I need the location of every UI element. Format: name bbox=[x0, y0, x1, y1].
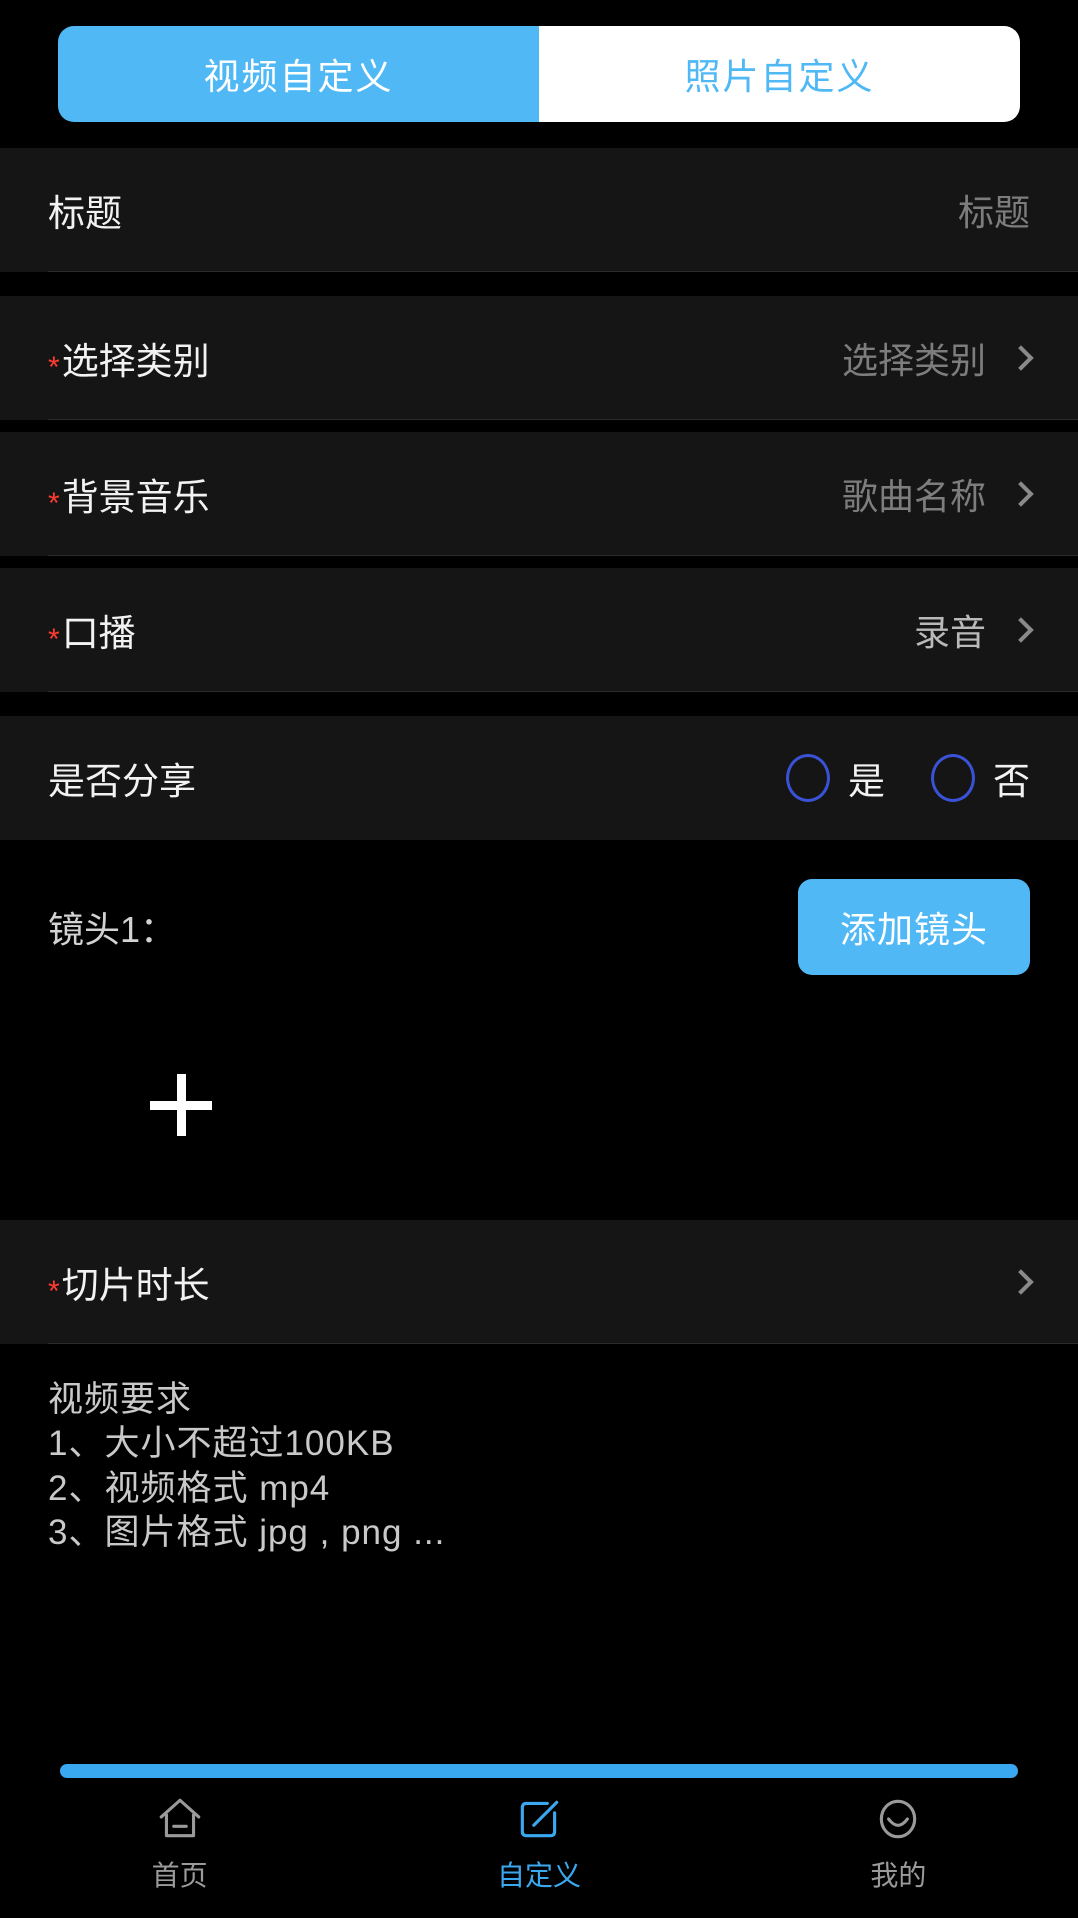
voiceover-group: * 口播 录音 bbox=[0, 568, 1078, 692]
nav-item-mine[interactable]: 我的 bbox=[719, 1786, 1078, 1918]
chevron-right-icon bbox=[1008, 481, 1034, 507]
nav-item-home[interactable]: 首页 bbox=[0, 1786, 359, 1918]
share-option-yes[interactable]: 是 bbox=[786, 751, 885, 805]
bottom-navigation: 首页 自定义 我的 bbox=[0, 1750, 1078, 1918]
divider-4 bbox=[0, 692, 1078, 716]
row-share-label: 是否分享 bbox=[48, 761, 196, 802]
row-voiceover[interactable]: * 口播 录音 bbox=[0, 568, 1078, 692]
requirements-heading: 视频要求 bbox=[48, 1380, 193, 1419]
row-title-label: 标题 bbox=[48, 193, 122, 234]
share-group: 是否分享 是 否 bbox=[0, 716, 1078, 840]
add-shot-button[interactable]: 添加镜头 bbox=[797, 879, 1030, 975]
required-star: * bbox=[48, 487, 60, 520]
bgm-value: 歌曲名称 bbox=[841, 476, 986, 517]
tab-photo-custom-label: 照片自定义 bbox=[684, 56, 875, 97]
bgm-label-text: 背景音乐 bbox=[61, 477, 210, 518]
row-background-music[interactable]: * 背景音乐 歌曲名称 bbox=[0, 432, 1078, 556]
chevron-right-icon bbox=[1008, 1269, 1034, 1295]
mode-tab-bar: 视频自定义 照片自定义 bbox=[0, 0, 1078, 148]
nav-item-home-label: 首页 bbox=[151, 1860, 208, 1891]
row-select-category[interactable]: * 选择类别 选择类别 bbox=[0, 296, 1078, 420]
share-radio-group: 是 否 bbox=[786, 751, 1030, 805]
title-group: 标题 标题 bbox=[0, 148, 1078, 272]
row-title-right: 标题 bbox=[958, 184, 1030, 236]
segmented-control: 视频自定义 照片自定义 bbox=[58, 26, 1020, 122]
share-option-no[interactable]: 否 bbox=[931, 751, 1030, 805]
nav-accent-bar bbox=[60, 1764, 1018, 1778]
row-voiceover-right: 录音 bbox=[913, 604, 1034, 656]
title-input[interactable]: 标题 bbox=[958, 184, 1030, 236]
share-option-yes-label: 是 bbox=[848, 761, 885, 802]
row-title[interactable]: 标题 标题 bbox=[0, 148, 1078, 272]
radio-circle-icon[interactable] bbox=[931, 754, 975, 802]
tab-video-custom-label: 视频自定义 bbox=[203, 56, 394, 97]
clip-duration-group: * 切片时长 bbox=[0, 1220, 1078, 1344]
radio-circle-icon[interactable] bbox=[786, 754, 830, 802]
category-group: * 选择类别 选择类别 bbox=[0, 296, 1078, 420]
required-star: * bbox=[48, 1275, 60, 1308]
app-screen: 视频自定义 照片自定义 标题 标题 * 选择类别 选择类别 * 背景音乐 歌曲名… bbox=[0, 0, 1078, 1918]
plus-icon[interactable] bbox=[150, 1074, 212, 1136]
video-requirements: 视频要求 1、大小不超过100KB 2、视频格式 mp4 3、图片格式 jpg … bbox=[0, 1344, 1078, 1750]
row-voiceover-label: * 口播 bbox=[48, 603, 136, 657]
chevron-right-icon bbox=[1008, 617, 1034, 643]
row-share: 是否分享 是 否 bbox=[0, 716, 1078, 840]
tab-photo-custom[interactable]: 照片自定义 bbox=[539, 26, 1020, 122]
divider-1 bbox=[0, 272, 1078, 296]
required-star: * bbox=[48, 351, 60, 384]
shot-media-area bbox=[0, 990, 1078, 1220]
requirements-line-3: 3、图片格式 jpg , png ... bbox=[48, 1513, 446, 1553]
home-icon bbox=[159, 1798, 200, 1838]
smiley-face-icon bbox=[880, 1799, 917, 1839]
category-label-text: 选择类别 bbox=[61, 341, 210, 382]
tab-video-custom[interactable]: 视频自定义 bbox=[58, 26, 539, 122]
share-option-no-label: 否 bbox=[993, 761, 1030, 802]
row-background-music-right: 歌曲名称 bbox=[841, 468, 1034, 520]
divider-3 bbox=[0, 556, 1078, 568]
tabbar: 首页 自定义 我的 bbox=[0, 1786, 1078, 1918]
row-clip-duration-right bbox=[1008, 1269, 1034, 1295]
nav-item-custom-label: 自定义 bbox=[496, 1860, 581, 1891]
row-select-category-label: * 选择类别 bbox=[48, 331, 210, 385]
divider-2 bbox=[0, 420, 1078, 432]
voiceover-value: 录音 bbox=[913, 612, 986, 653]
shot-label: 镜头1： bbox=[48, 909, 177, 950]
row-background-music-label: * 背景音乐 bbox=[48, 467, 210, 521]
row-clip-duration-label: * 切片时长 bbox=[48, 1255, 210, 1309]
shot-header: 镜头1： 添加镜头 bbox=[0, 864, 1078, 990]
row-clip-duration[interactable]: * 切片时长 bbox=[0, 1220, 1078, 1344]
edit-square-icon bbox=[520, 1800, 559, 1838]
requirements-line-2: 2、视频格式 mp4 bbox=[48, 1468, 331, 1508]
category-value: 选择类别 bbox=[841, 340, 986, 381]
voiceover-label-text: 口播 bbox=[61, 613, 136, 654]
required-star: * bbox=[48, 623, 60, 656]
bgm-group: * 背景音乐 歌曲名称 bbox=[0, 432, 1078, 556]
clip-duration-label-text: 切片时长 bbox=[61, 1265, 210, 1306]
divider-5 bbox=[0, 840, 1078, 864]
nav-item-custom[interactable]: 自定义 bbox=[359, 1786, 718, 1918]
row-select-category-right: 选择类别 bbox=[841, 332, 1034, 384]
chevron-right-icon bbox=[1008, 345, 1034, 371]
requirements-line-1: 1、大小不超过100KB bbox=[48, 1424, 395, 1464]
nav-item-mine-label: 我的 bbox=[870, 1860, 927, 1891]
